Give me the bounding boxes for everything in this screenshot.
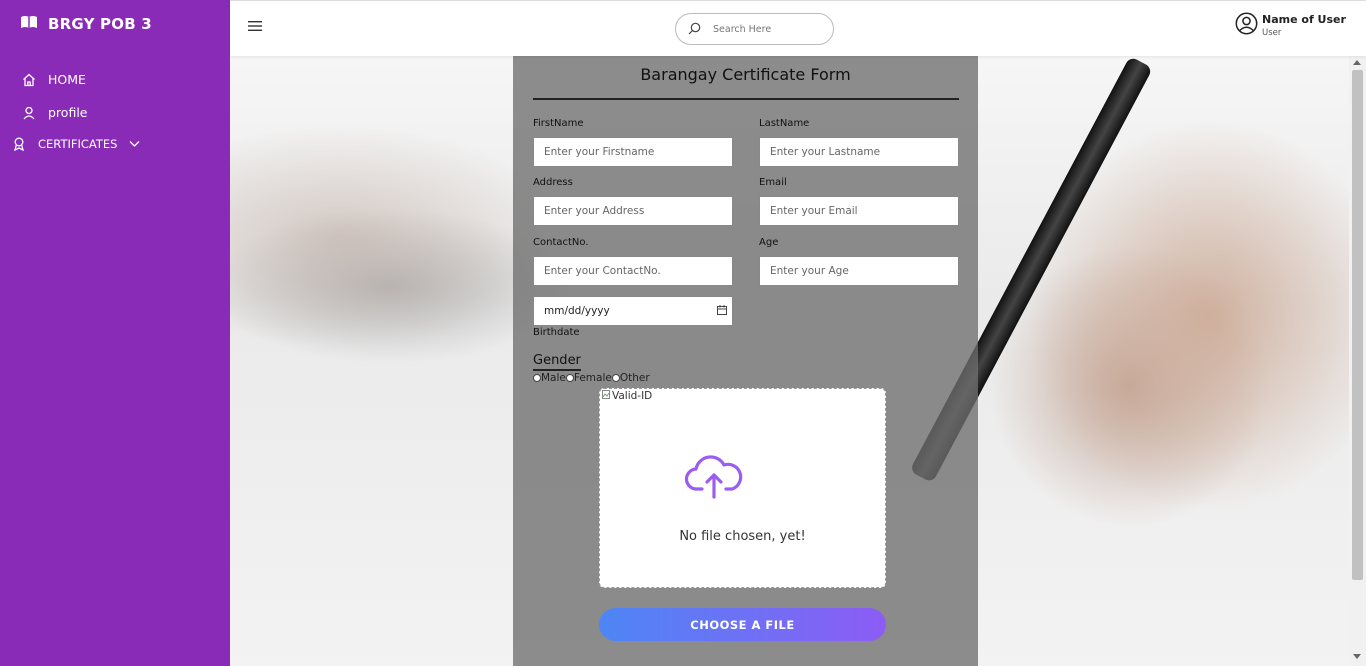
scroll-down-arrow-icon[interactable] xyxy=(1353,654,1361,659)
address-field[interactable] xyxy=(533,196,733,226)
cloud-upload-icon xyxy=(684,455,744,503)
scroll-up-arrow-icon[interactable] xyxy=(1353,60,1361,65)
search-input[interactable] xyxy=(713,23,813,35)
user-circle-icon xyxy=(1235,12,1258,39)
lastname-label: LastName xyxy=(759,118,810,129)
sidebar-item-label: profile xyxy=(48,105,88,120)
chevron-down-icon xyxy=(129,140,140,148)
user-menu[interactable]: Name of User User xyxy=(1235,12,1346,39)
birthdate-field[interactable]: mm/dd/yyyy xyxy=(533,296,733,326)
user-role: User xyxy=(1262,28,1282,38)
lastname-field[interactable] xyxy=(759,137,959,167)
gender-options: Male Female Other xyxy=(533,372,650,384)
contact-label: ContactNo. xyxy=(533,237,589,248)
birthdate-label: Birthdate xyxy=(533,327,580,338)
scroll-thumb[interactable] xyxy=(1352,70,1363,580)
gender-option-label: Other xyxy=(619,372,650,384)
file-upload-dropzone[interactable]: Valid-ID No file chosen, yet! xyxy=(599,388,886,588)
title-divider xyxy=(533,98,959,100)
age-label: Age xyxy=(759,237,779,248)
sidebar-item-profile[interactable]: profile xyxy=(22,105,87,120)
email-label: Email xyxy=(759,177,787,188)
valid-id-image: Valid-ID xyxy=(602,390,652,402)
broken-image-icon xyxy=(602,390,610,402)
brand[interactable]: BRGY POB 3 xyxy=(20,14,152,33)
topbar: Name of User User xyxy=(230,0,1366,56)
sidebar-item-certificates[interactable]: CERTIFICATES xyxy=(12,137,140,151)
upload-status: No file chosen, yet! xyxy=(679,529,806,544)
gender-other-radio[interactable] xyxy=(611,374,620,382)
home-icon xyxy=(22,73,36,87)
search-icon xyxy=(688,20,701,39)
sidebar: BRGY POB 3 HOME profile CERTIFICATES xyxy=(0,0,230,666)
gender-title: Gender xyxy=(533,353,581,371)
valid-id-alt-text: Valid-ID xyxy=(612,390,653,402)
choose-file-button[interactable]: CHOOSE A FILE xyxy=(599,608,886,641)
firstname-field[interactable] xyxy=(533,137,733,167)
firstname-label: FirstName xyxy=(533,118,584,129)
user-name: Name of User xyxy=(1262,13,1346,26)
gender-option-label: Male xyxy=(541,372,566,384)
gender-female-radio[interactable] xyxy=(565,374,574,382)
brand-label: BRGY POB 3 xyxy=(48,14,152,33)
award-icon xyxy=(12,137,26,151)
sidebar-item-home[interactable]: HOME xyxy=(22,72,86,87)
email-field[interactable] xyxy=(759,196,959,226)
menu-toggle-icon[interactable] xyxy=(248,17,262,36)
gender-male-radio[interactable] xyxy=(533,374,541,382)
sidebar-item-label: HOME xyxy=(48,72,86,87)
page-scrollbar[interactable] xyxy=(1349,56,1366,666)
user-icon xyxy=(22,106,36,120)
address-label: Address xyxy=(533,177,573,188)
age-field[interactable] xyxy=(759,256,959,286)
user-info: Name of User User xyxy=(1262,13,1346,38)
birthdate-value: mm/dd/yyyy xyxy=(544,305,610,317)
calendar-icon[interactable] xyxy=(717,304,727,318)
contact-field[interactable] xyxy=(533,256,733,286)
book-icon xyxy=(20,14,38,33)
sidebar-item-label: CERTIFICATES xyxy=(38,137,118,151)
certificate-form: Barangay Certificate Form FirstName Last… xyxy=(513,56,978,666)
gender-option-label: Female xyxy=(573,372,612,384)
form-title: Barangay Certificate Form xyxy=(640,65,851,84)
search-bar[interactable] xyxy=(675,13,834,45)
